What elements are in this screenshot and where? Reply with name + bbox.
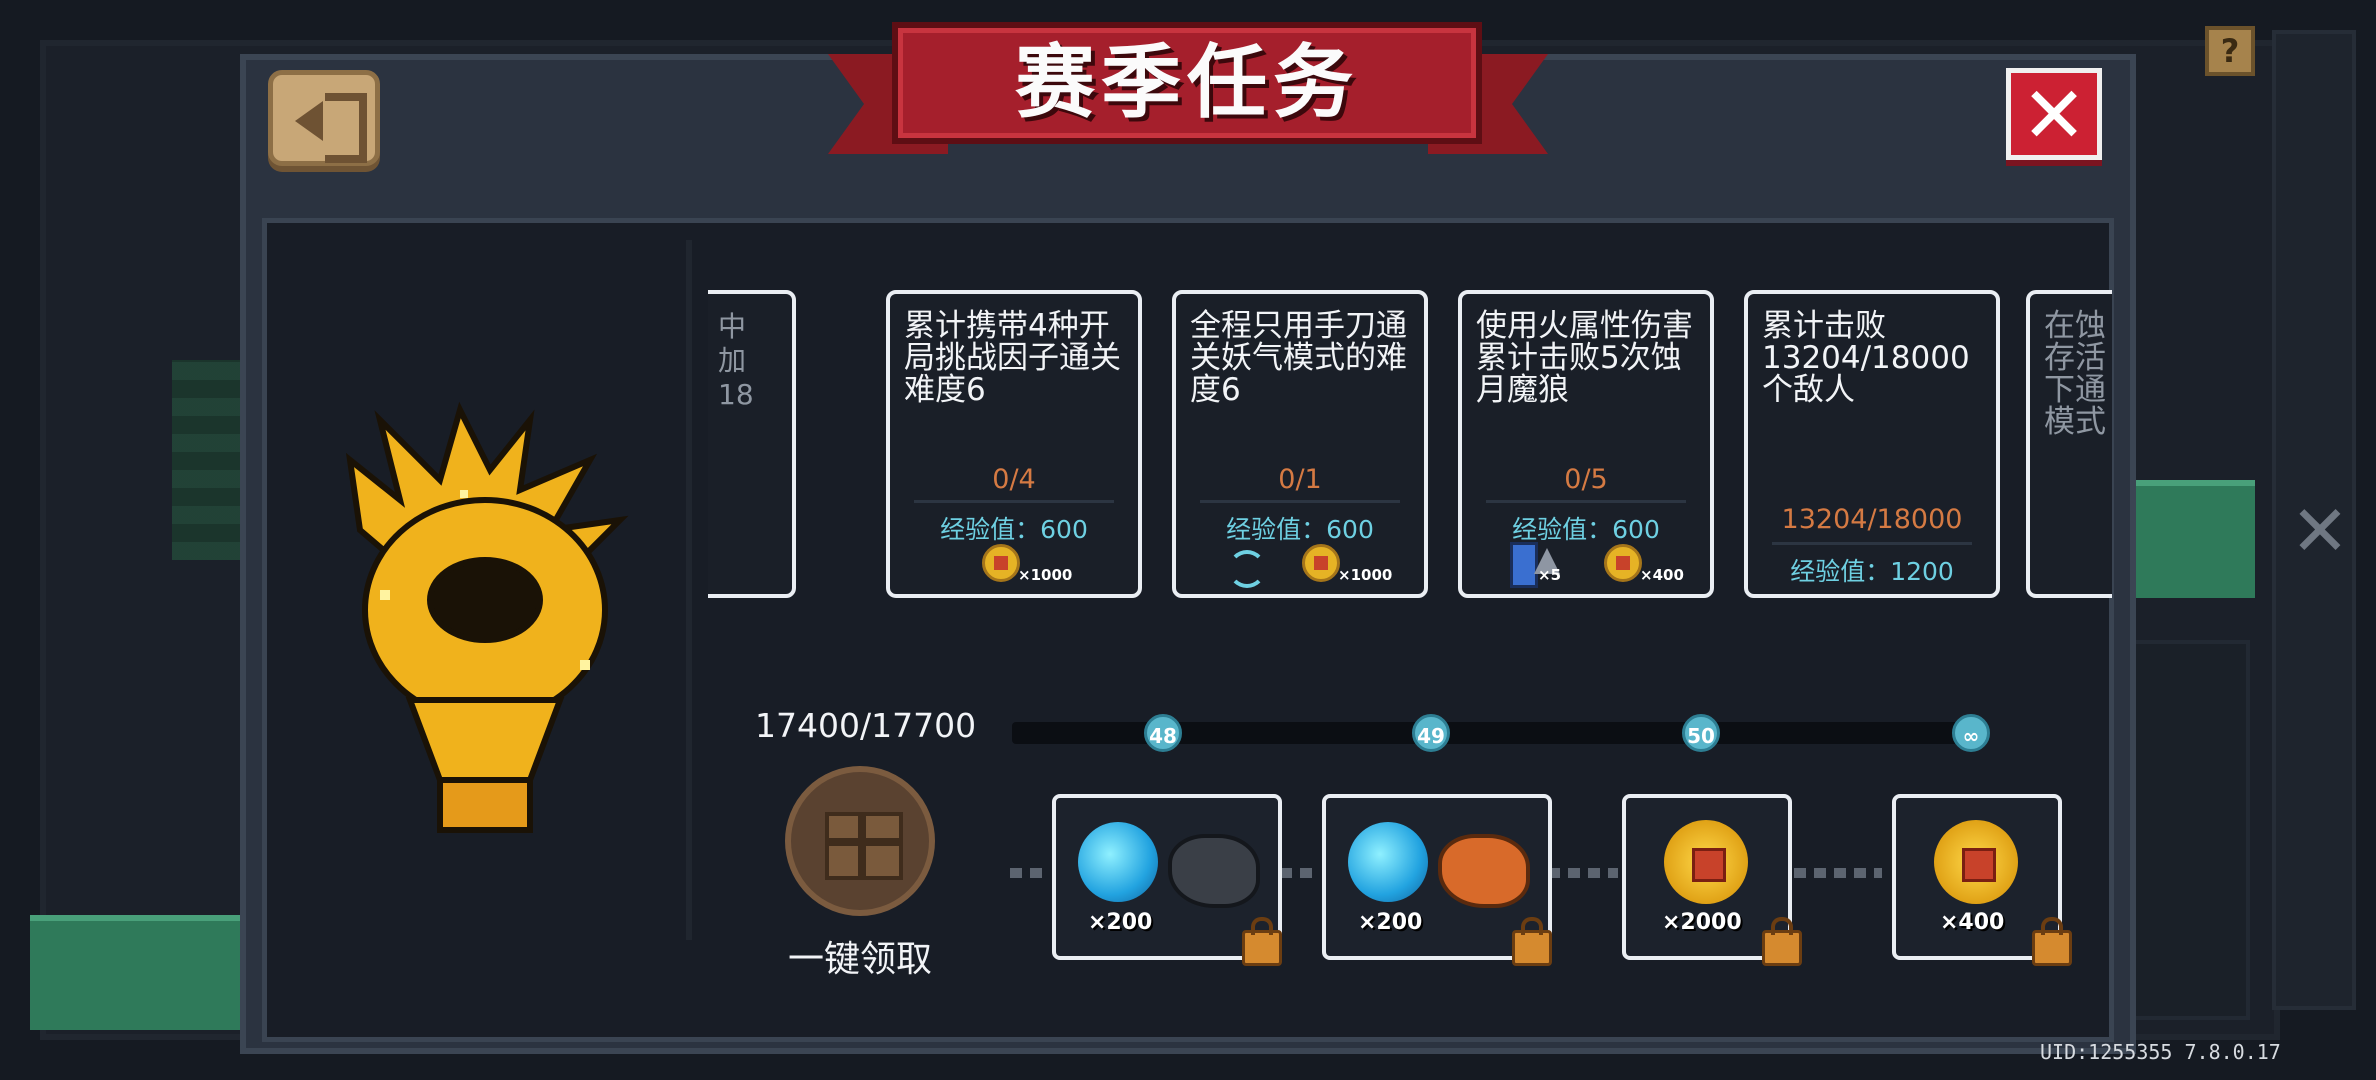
reward-quantity: ×5 (1538, 566, 1562, 584)
reward-slot[interactable]: ×2000 (1622, 794, 1802, 966)
task-exp: 经验值：600 (1226, 515, 1374, 544)
golden-trophy-icon (345, 401, 629, 833)
reward-quantity: ×200 (1088, 910, 1153, 935)
ore-icon (1168, 834, 1260, 908)
level-badge: 49 (1412, 714, 1450, 752)
exit-door-icon (325, 93, 367, 163)
lock-icon (1762, 917, 1802, 966)
separator (1486, 500, 1686, 503)
reward-slot[interactable]: ×200 (1322, 794, 1552, 966)
reward-quantity: ×400 (1940, 910, 2005, 935)
task-exp: 经验值：1200 (1790, 557, 1954, 586)
task-exp: 经验值：600 (940, 515, 1088, 544)
reward-quantity: ×1000 (1018, 566, 1073, 584)
task-card[interactable]: 全程只用手刀通关妖气模式的难度6 0/1 经验值：600 ×1000 (1172, 290, 1428, 598)
close-button[interactable]: ✕ (2006, 68, 2102, 160)
task-card-partial-right[interactable]: 在蚀 存活 下通 模式 (2026, 290, 2112, 598)
exit-arrow-icon (295, 101, 323, 141)
task-progress: 0/1 (1278, 464, 1322, 495)
reward-slot[interactable]: ×400 (1892, 794, 2072, 966)
uid-version-label: UID:1255355 7.8.0.17 (2040, 1040, 2281, 1064)
reward-quantity: ×400 (1640, 566, 1684, 584)
claim-all-button[interactable] (785, 766, 935, 916)
task-progress: 0/5 (1564, 464, 1608, 495)
back-button[interactable] (268, 70, 380, 166)
season-progress-track: 48 49 50 ∞ (1012, 714, 1990, 752)
separator (1772, 542, 1972, 545)
reward-slot[interactable]: ×200 (1052, 794, 1282, 966)
lock-icon (1512, 917, 1552, 966)
background-tile (172, 360, 242, 560)
level-badge: 50 (1682, 714, 1720, 752)
help-button[interactable]: ? (2205, 26, 2255, 76)
task-description: 全程只用手刀通关妖气模式的难度6 (1190, 308, 1407, 408)
task-description: 累计携带4种开局挑战因子通关难度6 (904, 308, 1121, 408)
lock-icon (2032, 917, 2072, 966)
task-card-partial-left[interactable]: 中 加 18 (708, 290, 796, 598)
task-card[interactable]: 累计携带4种开局挑战因子通关难度6 0/4 经验值：600 ×1000 (886, 290, 1142, 598)
season-exp-total: 17400/17700 (755, 706, 977, 745)
gem-icon (1078, 822, 1158, 902)
task-description: 使用火属性伤害累计击败5次蚀月魔狼 (1476, 308, 1693, 408)
task-description: 中 加 18 (718, 310, 754, 411)
level-badge: 48 (1144, 714, 1182, 752)
separator (914, 500, 1114, 503)
coin-icon (1302, 544, 1340, 582)
background-green-button (30, 915, 245, 1030)
task-card[interactable]: 使用火属性伤害累计击败5次蚀月魔狼 0/5 经验值：600 ×5 ×400 (1458, 290, 1714, 598)
reward-quantity: ×200 (1358, 910, 1423, 935)
gem-icon (1348, 822, 1428, 902)
task-description: 在蚀 存活 下通 模式 (2044, 308, 2106, 440)
claim-all-label[interactable]: 一键领取 (760, 930, 960, 982)
lock-icon (1242, 917, 1282, 966)
connector-dots (1280, 868, 1320, 878)
panel-divider (686, 240, 692, 940)
task-progress: 0/4 (992, 464, 1036, 495)
background-close-icon[interactable]: ✕ (2284, 495, 2356, 567)
page-title: 赛季任务 (1015, 36, 1359, 129)
amber-ore-icon (1438, 834, 1530, 908)
coin-icon (1604, 544, 1642, 582)
reward-quantity: ×1000 (1338, 566, 1393, 584)
connector-dots (1010, 868, 1050, 878)
task-card[interactable]: 累计击败13204/18000个敌人 13204/18000 经验值：1200 (1744, 290, 2000, 598)
gift-icon (825, 812, 903, 880)
task-progress: 13204/18000 (1781, 504, 1963, 535)
connector-dots (1794, 868, 1882, 878)
battery-icon (1510, 542, 1538, 588)
task-description: 累计击败13204/18000个敌人 (1762, 308, 1970, 408)
reward-quantity: ×2000 (1662, 910, 1742, 935)
task-list[interactable]: 中 加 18 累计携带4种开局挑战因子通关难度6 0/4 经验值：600 ×10… (708, 280, 2112, 600)
separator (1200, 500, 1400, 503)
close-icon: ✕ (2021, 71, 2087, 161)
coin-icon (982, 544, 1020, 582)
background-dark-panel (2130, 640, 2250, 1020)
connector-dots (1548, 868, 1618, 878)
level-badge-infinite: ∞ (1952, 714, 1990, 752)
ring-icon (1228, 550, 1266, 588)
background-green-panel (2120, 480, 2255, 598)
coin-icon (1934, 820, 2018, 904)
task-exp: 经验值：600 (1512, 515, 1660, 544)
coin-icon (1664, 820, 1748, 904)
